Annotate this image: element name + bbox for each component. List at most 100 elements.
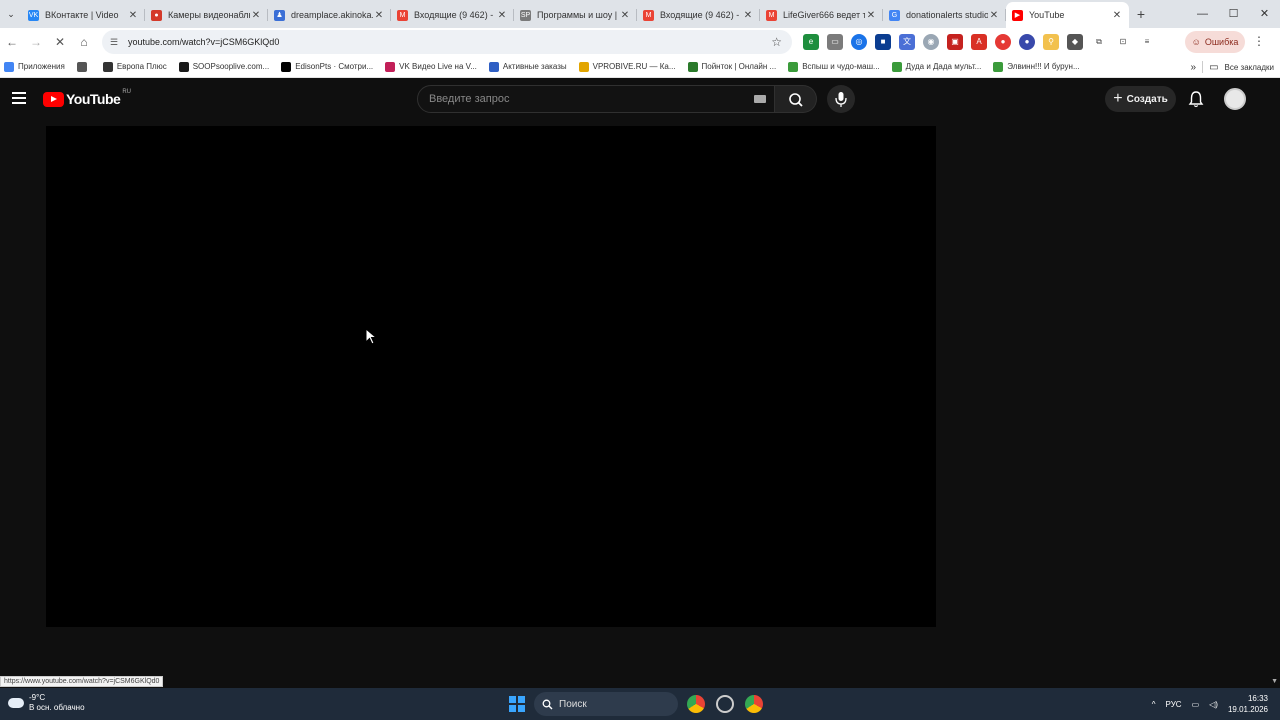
scroll-down-arrow-icon[interactable]: ▼ — [1271, 678, 1278, 685]
bookmark-star-icon[interactable]: ☆ — [771, 35, 782, 49]
extension-icon[interactable]: ⚲ — [1043, 34, 1059, 50]
tab-title: Входящие (9 462) - ... — [660, 10, 742, 20]
minimize-icon[interactable]: — — [1187, 0, 1218, 28]
bookmark-item[interactable]: Вспыш и чудо-маш... — [788, 61, 880, 72]
browser-tab[interactable]: M LifeGiver666 ведет тр...✕ — [760, 2, 883, 28]
tab-capture-icon[interactable]: ⊡ — [1115, 34, 1131, 50]
youtube-play-icon — [43, 91, 64, 107]
extension-icon[interactable]: ● — [995, 34, 1011, 50]
youtube-logo[interactable]: YouTube RU — [43, 89, 131, 107]
clock-time: 16:33 — [1247, 694, 1268, 703]
bookmark-item[interactable]: Активные заказы — [488, 61, 567, 72]
bookmark-label: Дуда и Дада мульт... — [905, 62, 982, 71]
forward-arrow-icon[interactable]: → — [24, 35, 48, 49]
profile-error-button[interactable]: ☺ Ошибка — [1185, 31, 1245, 53]
bookmark-item[interactable]: Европа Плюс — [102, 61, 167, 72]
new-tab-button[interactable]: + — [1129, 6, 1153, 22]
account-avatar[interactable] — [1224, 88, 1246, 110]
tab-title: dreamplace.akinoka... — [291, 10, 373, 20]
translate-extension-icon[interactable]: 文 — [899, 34, 915, 50]
tab-close-icon[interactable]: ✕ — [988, 10, 1000, 21]
bookmarks-divider — [1202, 61, 1204, 73]
bookmark-item[interactable]: Пойнток | Онлайн ... — [687, 61, 776, 72]
bookmark-list: Приложения Европа Плюс SOOPsooplive.com...… — [0, 61, 1080, 72]
back-arrow-icon[interactable]: ← — [0, 35, 24, 49]
all-bookmarks-link[interactable]: Все закладки — [1225, 63, 1274, 72]
tab-close-icon[interactable]: ✕ — [619, 10, 631, 21]
tray-overflow-chevron-icon[interactable]: ^ — [1152, 700, 1156, 709]
chrome-window-taskbar-icon[interactable] — [745, 695, 763, 713]
browser-tab[interactable]: ▶ YouTube ✕ — [1006, 2, 1129, 28]
bookmark-item[interactable]: EdisonPts · Смотри... — [281, 61, 373, 72]
weather-widget[interactable]: -9°C В осн. облачно — [8, 693, 85, 713]
tab-close-icon[interactable]: ✕ — [742, 10, 754, 21]
tab-close-icon[interactable]: ✕ — [1111, 10, 1123, 21]
browser-tab[interactable]: M Входящие (9 462) - ... ✕ — [637, 2, 760, 28]
tab-close-icon[interactable]: ✕ — [373, 10, 385, 21]
bookmark-item[interactable]: Элвинн!!! И бурун... — [993, 61, 1080, 72]
system-clock[interactable]: 16:33 19.01.2026 — [1228, 693, 1268, 715]
hamburger-menu-icon[interactable] — [12, 92, 26, 107]
tab-favicon-icon: VK — [28, 9, 39, 21]
bookmark-item[interactable]: Дуда и Дада мульт... — [891, 61, 982, 72]
bookmark-item[interactable]: VPROBIVE.RU — Ка... — [578, 61, 676, 72]
create-button[interactable]: + Создать — [1105, 86, 1176, 112]
maximize-icon[interactable]: ☐ — [1218, 0, 1249, 28]
reading-list-icon[interactable]: ≡ — [1139, 34, 1155, 50]
extension-icon[interactable]: ▭ — [827, 34, 843, 50]
tab-search-chevron-icon[interactable]: ⌄ — [0, 0, 22, 28]
input-language[interactable]: РУС — [1166, 700, 1182, 709]
site-info-icon[interactable]: ☰ — [110, 37, 122, 48]
address-bar[interactable]: ☰ youtube.com/watch?v=jCSM6GKlQd0 ☆ — [102, 30, 792, 54]
extension-icon[interactable]: ● — [1019, 34, 1035, 50]
bookmark-label: SOOPsooplive.com... — [192, 62, 270, 71]
volume-icon[interactable]: ◁) — [1209, 700, 1218, 709]
extension-icon[interactable]: ◆ — [1067, 34, 1083, 50]
bookmark-item[interactable] — [76, 61, 91, 72]
bookmark-item[interactable]: VK Видео Live на V... — [385, 61, 477, 72]
browser-tab[interactable]: ● Камеры видеонаблюдения✕ — [145, 2, 268, 28]
youtube-logo-text: YouTube — [66, 91, 121, 107]
extension-icon[interactable]: ◎ — [851, 34, 867, 50]
extension-icon[interactable]: ■ — [875, 34, 891, 50]
browser-tab[interactable]: SP Программы и шоу | ✕ — [514, 2, 637, 28]
bookmark-item[interactable]: Приложения — [4, 61, 65, 72]
browser-tab[interactable]: M Входящие (9 462) - ... ✕ — [391, 2, 514, 28]
extension-icon[interactable]: ▣ — [947, 34, 963, 50]
network-icon[interactable]: ▭ — [1192, 700, 1200, 709]
bookmark-item[interactable]: SOOPsooplive.com... — [178, 61, 270, 72]
stop-loading-icon[interactable]: ✕ — [48, 35, 72, 49]
browser-menu-icon[interactable]: ⋮ — [1253, 34, 1265, 48]
search-button[interactable] — [775, 85, 817, 113]
browser-tab[interactable]: VK ВКонтакте | Video ✕ — [22, 2, 145, 28]
browser-tab[interactable]: Gdonationalerts studio ✕ — [883, 2, 1006, 28]
windows-start-icon[interactable] — [509, 696, 525, 712]
tab-title: YouTube — [1029, 10, 1065, 20]
bookmark-favicon-icon — [385, 61, 396, 72]
taskbar-search-label: Поиск — [559, 698, 587, 710]
close-window-icon[interactable]: ✕ — [1249, 0, 1280, 28]
video-player[interactable] — [46, 126, 936, 627]
browser-toolbar: ← → ✕ ⌂ ☰ youtube.com/watch?v=jCSM6GKlQd… — [0, 28, 1280, 56]
extensions-puzzle-icon[interactable]: ⧉ — [1091, 34, 1107, 50]
bookmark-favicon-icon — [488, 61, 499, 72]
notifications-bell-icon[interactable] — [1187, 90, 1205, 113]
chrome-taskbar-icon[interactable] — [687, 695, 705, 713]
taskbar-search-box[interactable]: Поиск — [534, 692, 678, 716]
microphone-icon — [835, 92, 847, 107]
tab-close-icon[interactable]: ✕ — [250, 10, 262, 21]
home-icon[interactable]: ⌂ — [72, 35, 96, 49]
extension-icon[interactable]: e — [803, 34, 819, 50]
keyboard-icon[interactable] — [754, 95, 766, 103]
obs-taskbar-icon[interactable] — [716, 695, 734, 713]
pdf-extension-icon[interactable]: A — [971, 34, 987, 50]
tab-close-icon[interactable]: ✕ — [496, 10, 508, 21]
extension-icon[interactable]: ◉ — [923, 34, 939, 50]
tab-favicon-icon: M — [766, 9, 777, 21]
tab-close-icon[interactable]: ✕ — [127, 10, 139, 21]
browser-tab[interactable]: ♟ dreamplace.akinoka... ✕ — [268, 2, 391, 28]
voice-search-button[interactable] — [827, 85, 855, 113]
more-bookmarks-chevron-icon[interactable]: » — [1191, 62, 1197, 73]
tab-close-icon[interactable]: ✕ — [865, 10, 877, 21]
youtube-search-input[interactable]: Введите запрос — [417, 85, 775, 113]
